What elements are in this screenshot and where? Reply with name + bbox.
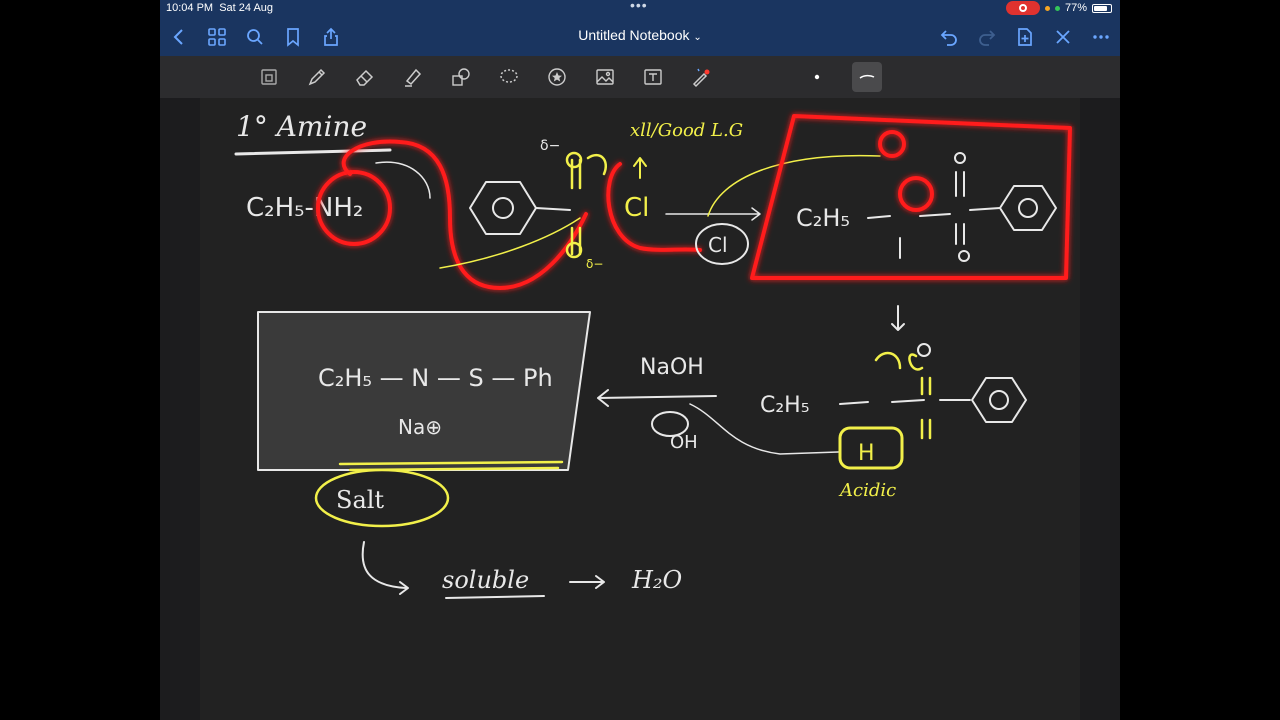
- delta-minus-top: δ−: [540, 138, 560, 154]
- hydroxide-label: OH: [670, 432, 698, 453]
- intermediate-alkyl: C₂H₅: [760, 393, 810, 418]
- soluble-label: soluble: [442, 566, 529, 594]
- status-bar: 10:04 PM Sat 24 Aug ••• 77%: [160, 0, 1120, 18]
- redo-icon[interactable]: [974, 24, 1000, 50]
- battery-percent: 77%: [1064, 2, 1087, 14]
- mic-indicator-icon: [1044, 5, 1050, 11]
- undo-icon[interactable]: [936, 24, 962, 50]
- sticker-icon[interactable]: [542, 62, 572, 92]
- notebook-title[interactable]: Untitled Notebook ⌄: [540, 27, 740, 43]
- add-page-icon[interactable]: [1012, 24, 1038, 50]
- drawing-toolbar: [160, 56, 1120, 98]
- eraser-icon[interactable]: [350, 62, 380, 92]
- naoh-label: NaOH: [640, 355, 704, 380]
- image-icon[interactable]: [590, 62, 620, 92]
- salt-formula: C₂H₅ — N — S — Ph: [318, 364, 553, 392]
- lasso-icon[interactable]: [494, 62, 524, 92]
- grid-icon[interactable]: [204, 24, 230, 50]
- double-bonds-yellow: [570, 158, 582, 256]
- close-icon[interactable]: [1050, 24, 1076, 50]
- acidic-note: Acidic: [838, 480, 896, 501]
- zoom-window-icon[interactable]: [254, 62, 284, 92]
- chloride-ion-label: Cl: [708, 233, 728, 257]
- battery-icon: [1092, 3, 1112, 13]
- leaving-arrow-red: [606, 162, 702, 252]
- delta-minus-bottom: δ−: [586, 257, 603, 271]
- notebook-app: 10:04 PM Sat 24 Aug ••• 77% Untitled Not…: [160, 0, 1120, 720]
- navigation-bar: Untitled Notebook ⌄: [160, 18, 1120, 56]
- good-lg-note: xll/Good L.G: [630, 120, 743, 141]
- reaction-arrow: [665, 207, 761, 221]
- search-icon[interactable]: [242, 24, 268, 50]
- status-time: 10:04 PM Sat 24 Aug: [166, 2, 274, 14]
- salt-label: Salt: [336, 486, 384, 514]
- highlighter-icon[interactable]: [398, 62, 428, 92]
- transfer-arrow-yellow: [707, 154, 881, 217]
- benzene-ring-3: [971, 377, 1027, 423]
- benzene-ring-2: [999, 185, 1057, 231]
- heading-text: 1° Amine: [236, 110, 367, 143]
- bookmark-icon[interactable]: [280, 24, 306, 50]
- curve-arrow-white: [375, 161, 431, 199]
- heading-underline: [234, 148, 392, 156]
- water-label: H₂O: [631, 566, 683, 594]
- handwriting-canvas[interactable]: 1° Amine C₂H₅-NH₂ δ− δ− Cl xll/Good L.G …: [200, 98, 1080, 720]
- camera-indicator-icon: [1054, 5, 1060, 11]
- notebook-page[interactable]: 1° Amine C₂H₅-NH₂ δ− δ− Cl xll/Good L.G …: [200, 98, 1080, 720]
- benzene-ring-1: [469, 181, 537, 235]
- stroke-width-dot[interactable]: [802, 62, 832, 92]
- amine-formula: C₂H₅-NH₂: [246, 193, 363, 223]
- benzene-inner-1: [492, 197, 514, 219]
- product-alkyl: C₂H₅: [796, 204, 850, 232]
- laser-pointer-icon[interactable]: [686, 62, 716, 92]
- text-icon[interactable]: [638, 62, 668, 92]
- shapes-icon[interactable]: [446, 62, 476, 92]
- chloride-label: Cl: [624, 193, 649, 223]
- stroke-style-icon[interactable]: [852, 62, 882, 92]
- multitasking-dots[interactable]: •••: [630, 0, 648, 13]
- base-arrow: [597, 389, 717, 407]
- pen-icon[interactable]: [302, 62, 332, 92]
- screen-recording-icon[interactable]: [1005, 1, 1040, 15]
- share-icon[interactable]: [318, 24, 344, 50]
- sodium-label: Na⊕: [398, 415, 442, 439]
- more-icon[interactable]: [1088, 24, 1114, 50]
- back-icon[interactable]: [166, 24, 192, 50]
- attack-arrow-red: [341, 139, 588, 290]
- svg-text:H: H: [858, 441, 875, 466]
- product-box-red: [750, 114, 1072, 280]
